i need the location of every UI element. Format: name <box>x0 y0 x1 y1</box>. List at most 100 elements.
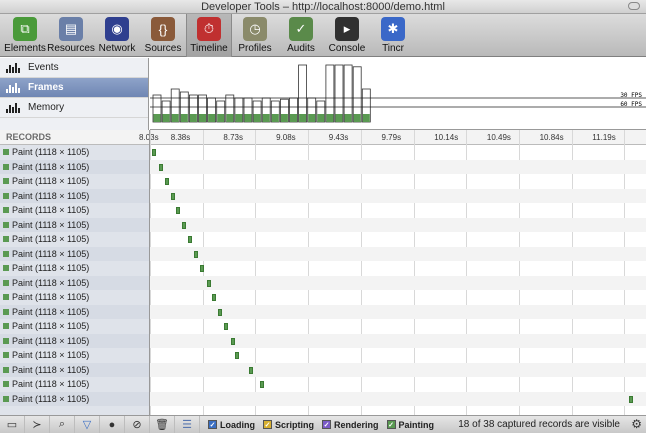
record-bar[interactable] <box>206 279 211 287</box>
record-label-cell: Paint (1118 × 1105) <box>0 377 149 392</box>
record-icon[interactable]: ● <box>100 415 125 433</box>
record-row[interactable]: Paint (1118 × 1105) <box>0 159 646 174</box>
record-label-cell: Paint (1118 × 1105) <box>0 246 149 261</box>
frame-paint-segment <box>171 114 179 122</box>
records-divider[interactable] <box>149 130 150 415</box>
dock-icon[interactable]: ▭ <box>0 415 25 433</box>
record-bar[interactable] <box>200 265 205 272</box>
frames-icon <box>6 82 22 93</box>
record-bar[interactable] <box>230 337 235 345</box>
record-bar[interactable] <box>235 352 240 359</box>
record-bar[interactable] <box>259 381 264 388</box>
record-row[interactable]: Paint (1118 × 1105) <box>0 275 646 290</box>
record-row[interactable]: Paint (1118 × 1105) <box>0 232 646 247</box>
frames-overview[interactable]: 30 FPS 60 FPS <box>150 58 646 130</box>
frame-bar[interactable] <box>298 64 308 123</box>
record-row[interactable]: Paint (1118 × 1105) <box>0 203 646 218</box>
frame-paint-segment <box>253 114 261 122</box>
frames-overview-graph[interactable]: 30 FPS 60 FPS <box>150 58 646 130</box>
record-bar[interactable] <box>181 221 186 229</box>
overview-item-memory[interactable]: Memory <box>0 98 148 118</box>
clear-icon[interactable]: ⊘ <box>125 415 150 433</box>
record-bar[interactable] <box>218 308 223 316</box>
record-bar[interactable] <box>158 163 163 171</box>
record-label-cell: Paint (1118 × 1105) <box>0 203 149 218</box>
record-label: Paint (1118 × 1105) <box>12 248 90 259</box>
garbage-collect-icon[interactable]: 🗑 <box>150 415 175 433</box>
window-resize-button[interactable] <box>628 2 640 10</box>
filter-checkbox[interactable]: ✓ <box>263 420 272 429</box>
paint-category-icon <box>3 381 9 388</box>
time-tick-label: 10.84s <box>539 133 564 142</box>
tab-elements[interactable]: ⧉ Elements <box>2 14 48 57</box>
audits-icon: ✓ <box>289 17 313 41</box>
record-row[interactable]: Paint (1118 × 1105) <box>0 174 646 189</box>
record-row[interactable]: Paint (1118 × 1105) <box>0 246 646 261</box>
filter-loading[interactable]: ✓ Loading <box>208 420 255 430</box>
record-row[interactable]: Paint (1118 × 1105) <box>0 348 646 363</box>
filter-rendering[interactable]: ✓ Rendering <box>322 420 379 430</box>
frame-bar[interactable] <box>325 64 335 123</box>
filter-checkbox[interactable]: ✓ <box>322 420 332 429</box>
filter-painting[interactable]: ✓ Painting <box>386 420 434 430</box>
tab-timeline[interactable]: ⏱ Timeline <box>186 14 232 57</box>
time-tick-label: 9.79s <box>381 133 402 142</box>
tab-network[interactable]: ◉ Network <box>94 14 140 57</box>
glue-records-icon[interactable]: ☰ <box>175 415 200 433</box>
overview-item-frames[interactable]: Frames <box>0 78 148 98</box>
record-label-cell: Paint (1118 × 1105) <box>0 391 149 406</box>
paint-category-icon <box>3 236 9 243</box>
record-label: Paint (1118 × 1105) <box>12 205 90 216</box>
inspect-icon[interactable]: ⌕ <box>50 415 75 433</box>
record-row[interactable]: Paint (1118 × 1105) <box>0 217 646 232</box>
frame-paint-segment <box>226 114 234 122</box>
filter-scripting[interactable]: ✓ Scripting <box>263 420 314 430</box>
record-row[interactable]: Paint (1118 × 1105) <box>0 319 646 334</box>
tab-sources[interactable]: {} Sources <box>140 14 186 57</box>
record-bar[interactable] <box>628 395 633 403</box>
record-bar[interactable] <box>194 250 199 258</box>
record-row[interactable]: Paint (1118 × 1105) <box>0 261 646 276</box>
tab-audits[interactable]: ✓ Audits <box>278 14 324 57</box>
window-title-bar: Developer Tools – http://localhost:8000/… <box>0 0 646 14</box>
record-bar[interactable] <box>164 178 169 185</box>
frame-bar[interactable] <box>352 66 362 123</box>
record-row[interactable]: Paint (1118 × 1105) <box>0 145 646 160</box>
paint-category-icon <box>3 250 9 257</box>
record-bar[interactable] <box>171 192 176 200</box>
record-bar[interactable] <box>224 323 229 330</box>
tab-label: Resources <box>47 43 95 54</box>
record-row[interactable]: Paint (1118 × 1105) <box>0 333 646 348</box>
tab-resources[interactable]: ▤ Resources <box>47 14 95 57</box>
record-bar[interactable] <box>188 236 193 243</box>
record-label-cell: Paint (1118 × 1105) <box>0 304 149 319</box>
record-row[interactable]: Paint (1118 × 1105) <box>0 391 646 406</box>
record-row[interactable]: Paint (1118 × 1105) <box>0 290 646 305</box>
time-tick-label: 10.49s <box>486 133 511 142</box>
record-label: Paint (1118 × 1105) <box>12 219 90 230</box>
filter-icon[interactable]: ▽ <box>75 415 100 433</box>
record-row[interactable]: Paint (1118 × 1105) <box>0 304 646 319</box>
record-bar[interactable] <box>248 366 253 374</box>
tab-console[interactable]: ▸ Console <box>324 14 370 57</box>
overview-item-events[interactable]: Events <box>0 58 148 78</box>
record-row[interactable]: Paint (1118 × 1105) <box>0 377 646 392</box>
tab-tincr[interactable]: ✱ Tincr <box>370 14 416 57</box>
filter-checkbox[interactable]: ✓ <box>386 420 396 429</box>
gear-icon[interactable]: ⚙ <box>631 417 642 431</box>
frame-bar[interactable] <box>334 64 344 123</box>
record-row[interactable]: Paint (1118 × 1105) <box>0 188 646 203</box>
console-drawer-icon[interactable]: ≻ <box>25 415 50 433</box>
tab-profiles[interactable]: ◷ Profiles <box>232 14 278 57</box>
record-label: Paint (1118 × 1105) <box>12 321 90 332</box>
record-label-cell: Paint (1118 × 1105) <box>0 145 149 160</box>
frame-bar[interactable] <box>343 64 353 123</box>
record-bar[interactable] <box>176 207 181 214</box>
record-bar[interactable] <box>152 149 157 156</box>
record-bar[interactable] <box>212 294 217 301</box>
record-label: Paint (1118 × 1105) <box>12 379 90 390</box>
filter-checkbox[interactable]: ✓ <box>208 420 217 429</box>
record-row[interactable]: Paint (1118 × 1105) <box>0 362 646 377</box>
paint-category-icon <box>3 308 9 315</box>
frame-paint-segment <box>362 114 370 122</box>
